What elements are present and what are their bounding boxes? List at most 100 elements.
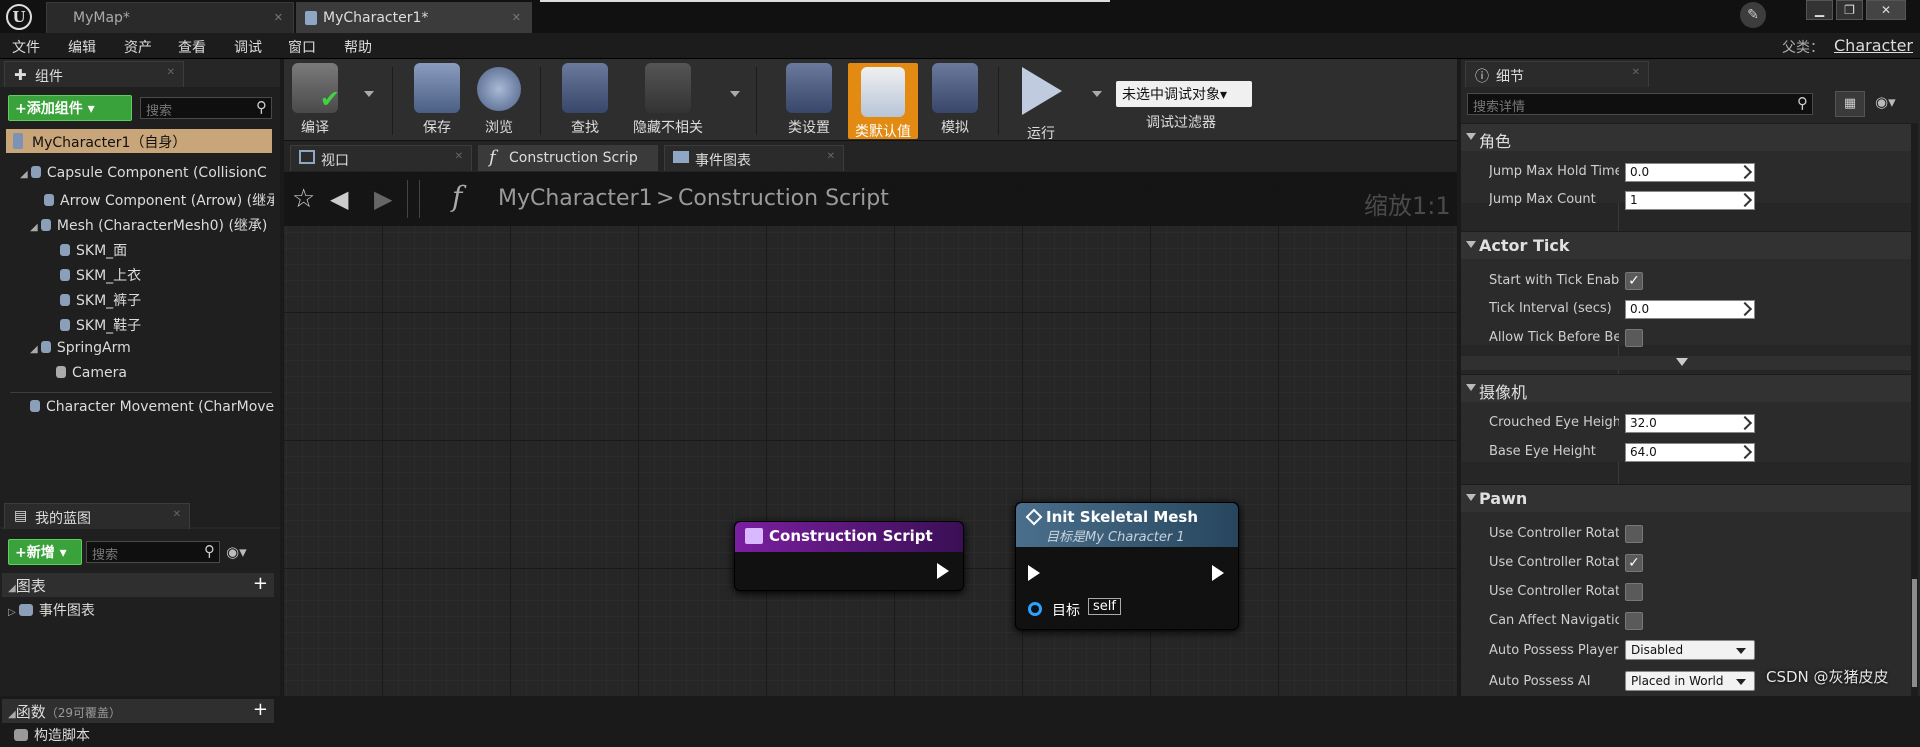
close-window-button[interactable]: ✕ [1866,0,1906,20]
add-component-button[interactable]: +添加组件 ▾ [8,95,132,121]
close-icon[interactable]: ✕ [1632,67,1640,78]
use-controller-rotation-roll-checkbox[interactable] [1625,583,1643,601]
details-tab-label: 细节 [1496,69,1524,85]
menu-window[interactable]: 窗口 [288,37,316,57]
tree-item-skm-shoes[interactable]: SKM_鞋子 [60,315,141,337]
category-character[interactable]: 角色 [1461,123,1911,151]
close-icon[interactable]: ✕ [274,11,283,24]
tree-item-character-movement[interactable]: Character Movement (CharMove [30,399,274,421]
tree-item-arrow[interactable]: Arrow Component (Arrow) (继承 [44,190,274,212]
close-icon[interactable]: ✕ [167,67,175,78]
field-value: 0.0 [1630,165,1650,179]
menu-edit[interactable]: 编辑 [68,37,96,57]
jump-max-hold-time-field[interactable]: 0.0 [1625,163,1755,182]
compile-button[interactable]: ✔ 编译 [286,63,344,139]
add-new-button[interactable]: +新增 ▾ [8,539,82,565]
menu-asset[interactable]: 资产 [124,37,152,57]
category-actor-tick[interactable]: Actor Tick [1461,231,1911,259]
menu-help[interactable]: 帮助 [344,37,372,57]
construction-script-node[interactable]: Construction Script [734,521,964,591]
graph-canvas[interactable] [284,172,1457,696]
start-tick-enabled-checkbox[interactable]: ✓ [1625,272,1643,290]
add-graph-icon[interactable]: + [253,573,268,594]
graduation-cap-icon[interactable]: ✎ [1740,2,1766,28]
tree-item-skm-pants[interactable]: SKM_裤子 [60,290,141,312]
property-matrix-icon[interactable]: ▦ [1835,91,1865,117]
visibility-eye-icon[interactable]: ◉▾ [1875,93,1896,111]
construction-script-item[interactable]: 构造脚本 [14,725,90,747]
my-blueprint-tab[interactable]: ▤ 我的蓝图 ✕ [4,503,190,529]
add-function-icon[interactable]: + [253,699,268,720]
use-controller-rotation-pitch-checkbox[interactable] [1625,525,1643,543]
doc-tab-mycharacter[interactable]: MyCharacter1* ✕ [296,2,532,33]
maximize-button[interactable]: ❐ [1836,0,1863,20]
save-button[interactable]: 保存 [408,63,466,139]
close-icon[interactable]: ✕ [455,151,463,162]
parent-class-link[interactable]: Character [1834,36,1913,55]
play-button[interactable]: 运行 [1012,63,1070,142]
play-options-caret[interactable] [1092,91,1102,97]
components-tab[interactable]: ✚ 组件 ✕ [4,61,184,87]
crouched-eye-height-field[interactable]: 32.0 [1625,414,1755,433]
scrollbar-thumb[interactable] [1912,579,1917,687]
compile-options-caret[interactable] [364,91,374,97]
details-tab[interactable]: ⓘ 细节 ✕ [1465,61,1649,87]
allow-tick-before-begin-play-checkbox[interactable] [1625,329,1643,347]
favorite-star-icon[interactable]: ☆ [292,184,315,214]
advanced-expander[interactable] [1461,356,1911,370]
use-controller-rotation-yaw-checkbox[interactable]: ✓ [1625,554,1643,572]
close-icon[interactable]: ✕ [827,151,835,162]
save-disk-icon [414,63,460,113]
exec-output-pin[interactable] [1212,565,1224,581]
eye-icon[interactable]: ◉▾ [226,543,247,561]
functions-section[interactable]: ◢函数（29可覆盖） + [2,699,274,723]
browse-button[interactable]: 浏览 [470,63,528,139]
tab-event-graph[interactable]: 事件图表 ✕ [664,145,844,171]
menu-debug[interactable]: 调试 [234,37,262,57]
tree-item-skm-face[interactable]: SKM_面 [60,240,127,262]
simulate-button[interactable]: 模拟 [926,63,984,139]
exec-input-pin[interactable] [1028,565,1040,581]
auto-possess-player-dropdown[interactable]: Disabled [1625,640,1755,660]
details-search-input[interactable]: 搜索详情 ⚲ [1467,93,1813,115]
auto-possess-ai-dropdown[interactable]: Placed in World [1625,671,1755,691]
menu-file[interactable]: 文件 [12,37,40,57]
init-skeletal-mesh-node[interactable]: Init Skeletal Mesh 目标是My Character 1 目标 … [1015,502,1239,630]
hide-unrelated-button[interactable]: 隐藏不相关 [626,63,710,139]
jump-max-count-field[interactable]: 1 [1625,191,1755,210]
tree-item-camera[interactable]: Camera [56,365,127,387]
tree-item-springarm[interactable]: ◢ SpringArm [30,340,131,362]
components-search-input[interactable]: 搜索 ⚲ [140,97,272,119]
class-settings-button[interactable]: 类设置 [776,63,842,139]
tick-interval-field[interactable]: 0.0 [1625,300,1755,319]
root-component-item[interactable]: MyCharacter1（自身） [6,129,272,153]
class-defaults-button[interactable]: 类默认值 [848,63,918,140]
close-icon[interactable]: ✕ [512,11,521,24]
minimize-button[interactable]: ▁ [1806,0,1833,20]
forward-arrow-icon[interactable]: ▶ [374,185,392,213]
tree-item-skm-top[interactable]: SKM_上衣 [60,265,141,287]
debug-object-dropdown[interactable]: 未选中调试对象▾ [1116,81,1252,107]
blueprint-search-input[interactable]: 搜索 ⚲ [86,541,220,563]
doc-tab-mymap[interactable]: MyMap* ✕ [46,2,294,33]
breadcrumb-blueprint[interactable]: MyCharacter1 [498,186,653,211]
tab-viewport[interactable]: 视口 ✕ [290,145,472,171]
menu-view[interactable]: 查看 [178,37,206,57]
tab-construction-script[interactable]: f Construction Scrip [478,145,658,171]
back-arrow-icon[interactable]: ◀ [330,185,348,213]
hide-unrelated-caret[interactable] [730,91,740,97]
can-affect-navigation-checkbox[interactable] [1625,612,1643,630]
separator [392,67,393,135]
tree-item-mesh[interactable]: ◢ Mesh (CharacterMesh0) (继承) [30,215,274,237]
category-pawn[interactable]: Pawn [1461,484,1911,512]
category-camera[interactable]: 摄像机 [1461,374,1911,402]
find-button[interactable]: 查找 [556,63,614,139]
breadcrumb-graph[interactable]: Construction Script [678,186,889,211]
graphs-section[interactable]: ◢图表 + [2,573,274,597]
base-eye-height-field[interactable]: 64.0 [1625,443,1755,462]
close-icon[interactable]: ✕ [173,509,181,520]
event-graph-item[interactable]: ▷ 事件图表 [8,600,95,622]
target-pin[interactable] [1028,602,1042,616]
exec-output-pin[interactable] [937,563,949,579]
tree-item-capsule[interactable]: ◢ Capsule Component (CollisionC [20,165,274,187]
